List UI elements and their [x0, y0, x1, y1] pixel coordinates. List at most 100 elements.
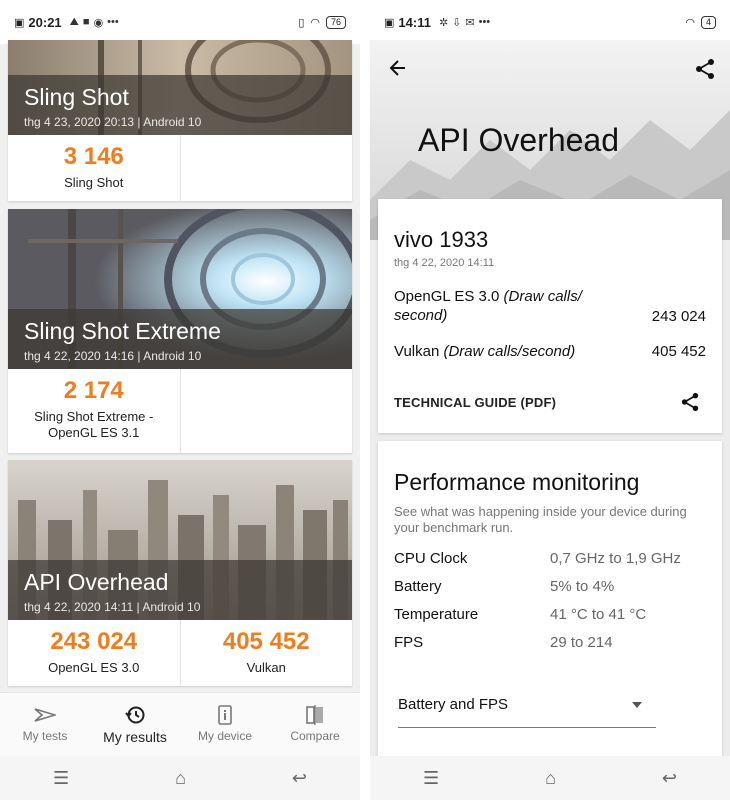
- monitoring-row-battery: Battery 5% to 4%: [394, 578, 706, 595]
- back-nav-icon[interactable]: ↩: [292, 768, 307, 789]
- mail-icon: ✉: [465, 16, 475, 29]
- sim-icon: ▣: [384, 16, 395, 29]
- wifi-icon: ◠: [685, 16, 695, 29]
- opengl-label: OpenGL ES 3.0: [394, 288, 500, 305]
- banner-caption: API Overhead thg 4 22, 2020 14:11 | Andr…: [8, 560, 352, 620]
- back-nav-icon[interactable]: ↩: [662, 768, 677, 789]
- chart-metric-dropdown[interactable]: Battery and FPS: [398, 686, 656, 728]
- tests-icon: [34, 708, 56, 722]
- card-title: API Overhead: [24, 569, 169, 595]
- vulkan-label: Vulkan: [394, 343, 440, 360]
- opengl-unit: (Draw calls/: [503, 288, 582, 305]
- picture-icon: ⛰: [69, 15, 79, 28]
- share-icon[interactable]: [680, 392, 700, 412]
- technical-guide-row[interactable]: TECHNICAL GUIDE (PDF): [394, 392, 706, 412]
- download-icon: ⇩: [452, 16, 462, 29]
- card-title: Sling Shot Extreme: [24, 318, 221, 344]
- score-label-line1: Sling Shot Extreme -: [34, 409, 154, 424]
- result-card-sling-shot[interactable]: Sling Shot thg 4 23, 2020 20:13 | Androi…: [8, 40, 352, 201]
- score-label: OpenGL ES 3.0: [48, 660, 140, 675]
- card-title: Sling Shot: [24, 84, 129, 110]
- card-banner: Sling Shot Extreme thg 4 22, 2020 14:16 …: [8, 209, 352, 369]
- battery-icon: 4: [700, 15, 716, 29]
- score-row: 2 174 Sling Shot Extreme - OpenGL ES 3.1: [8, 369, 352, 453]
- score-label: Sling Shot: [64, 175, 124, 190]
- wifi-icon: ◠: [310, 16, 320, 29]
- monitoring-list: CPU Clock 0,7 GHz to 1,9 GHz Battery 5% …: [394, 550, 706, 651]
- tab-my-results[interactable]: My results: [90, 693, 180, 756]
- score-row: 3 146 Sling Shot: [8, 135, 352, 201]
- card-subtitle: thg 4 23, 2020 20:13 | Android 10: [24, 115, 202, 129]
- back-arrow-icon[interactable]: [388, 58, 408, 78]
- status-time: 14:11: [398, 14, 431, 30]
- tab-my-device[interactable]: My device: [180, 693, 270, 756]
- tab-label: Compare: [290, 729, 340, 743]
- score-value: 3 146: [63, 143, 124, 170]
- metric-value: 29 to 214: [550, 634, 613, 651]
- app-icon: ■: [82, 15, 90, 28]
- result-date: thg 4 22, 2020 14:11: [394, 257, 495, 269]
- status-bar: ▣ 14:11 ✲ ⇩ ✉ ••• ◠ 4: [370, 0, 730, 44]
- tab-label: My results: [103, 729, 167, 745]
- vulkan-row: Vulkan (Draw calls/second) 405 452: [394, 343, 706, 360]
- tab-label: My device: [197, 729, 253, 743]
- monitoring-row-fps: FPS 29 to 214: [394, 634, 706, 651]
- compare-icon: [306, 705, 323, 725]
- tab-my-tests[interactable]: My tests: [0, 693, 90, 756]
- more-icon: •••: [107, 15, 119, 28]
- notification-icons: ⛰ ■ ◉ •••: [70, 16, 119, 29]
- left-screen: ▣ 20:21 ⛰ ■ ◉ ••• ▯ ◠ 76 Sling Shot thg …: [0, 0, 360, 800]
- battery-icon: 76: [325, 15, 346, 29]
- opengl-value: 243 024: [651, 308, 706, 325]
- metric-name: FPS: [394, 634, 424, 651]
- history-icon: [125, 706, 145, 724]
- vulkan-unit: (Draw calls/second): [443, 343, 576, 360]
- home-icon[interactable]: ⌂: [175, 768, 186, 789]
- score-value: 243 024: [50, 628, 138, 655]
- page-title: API Overhead: [418, 122, 619, 158]
- banner-caption: Sling Shot thg 4 23, 2020 20:13 | Androi…: [8, 75, 352, 135]
- home-icon[interactable]: ⌂: [545, 768, 556, 789]
- status-right-icons: ▯ ◠ 76: [298, 15, 346, 29]
- compass-icon: ◉: [93, 16, 104, 29]
- score-cell: 3 146 Sling Shot: [8, 135, 180, 201]
- dropdown-value: Battery and FPS: [398, 696, 509, 713]
- banner-caption: Sling Shot Extreme thg 4 22, 2020 14:16 …: [8, 309, 352, 369]
- right-screen: ▣ 14:11 ✲ ⇩ ✉ ••• ◠ 4 API Overhead vivo …: [370, 0, 730, 800]
- score-cell-vulkan: 405 452 Vulkan: [179, 620, 353, 686]
- metric-name: CPU Clock: [394, 550, 468, 567]
- tab-compare[interactable]: Compare: [270, 693, 360, 756]
- share-icon[interactable]: [694, 58, 716, 80]
- card-banner: API Overhead thg 4 22, 2020 14:11 | Andr…: [8, 460, 352, 620]
- result-card-api-overhead[interactable]: API Overhead thg 4 22, 2020 14:11 | Andr…: [8, 460, 352, 686]
- card-subtitle: thg 4 22, 2020 14:16 | Android 10: [24, 349, 202, 363]
- score-cell: 2 174 Sling Shot Extreme - OpenGL ES 3.1: [8, 369, 180, 453]
- metric-value: 5% to 4%: [550, 578, 615, 595]
- vulkan-label-wrap: Vulkan (Draw calls/second): [394, 343, 575, 360]
- card-subtitle: thg 4 22, 2020 14:11 | Android 10: [24, 600, 201, 614]
- metric-name: Temperature: [394, 606, 479, 623]
- monitoring-row-cpu: CPU Clock 0,7 GHz to 1,9 GHz: [394, 550, 706, 567]
- tab-label: My tests: [22, 729, 68, 743]
- opengl-unit-cont: second): [394, 307, 448, 324]
- vibrate-icon: ▯: [298, 16, 305, 29]
- metric-value: 0,7 GHz to 1,9 GHz: [550, 550, 681, 567]
- score-value: 2 174: [63, 377, 124, 404]
- score-label: Vulkan: [246, 660, 286, 675]
- score-cell-empty: [179, 135, 353, 201]
- score-label-line2: OpenGL ES 3.1: [48, 425, 140, 440]
- dropdown-arrow-icon: [632, 702, 642, 708]
- section-title: Performance monitoring: [394, 469, 640, 495]
- opengl-label-wrap: OpenGL ES 3.0 (Draw calls/ second): [394, 287, 582, 325]
- technical-guide-link[interactable]: TECHNICAL GUIDE (PDF): [394, 395, 556, 410]
- vulkan-value: 405 452: [651, 343, 706, 360]
- menu-icon[interactable]: ☰: [423, 768, 439, 789]
- menu-icon[interactable]: ☰: [53, 768, 69, 789]
- score-cell-empty: [179, 369, 353, 453]
- monitoring-row-temperature: Temperature 41 °C to 41 °C: [394, 606, 706, 623]
- result-detail-card: vivo 1933 thg 4 22, 2020 14:11 OpenGL ES…: [378, 199, 722, 433]
- settings-icon: ✲: [438, 16, 449, 29]
- result-card-sling-shot-extreme[interactable]: Sling Shot Extreme thg 4 22, 2020 14:16 …: [8, 209, 352, 453]
- metric-name: Battery: [394, 578, 442, 595]
- score-value: 405 452: [222, 628, 310, 655]
